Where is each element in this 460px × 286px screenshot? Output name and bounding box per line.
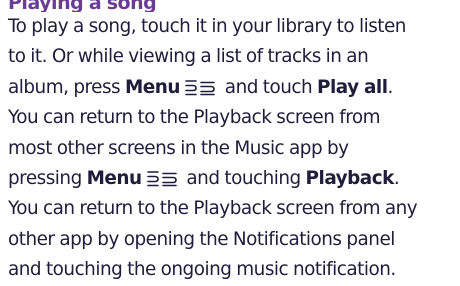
text-line: and touching the ongoing music notificat… — [8, 259, 396, 281]
line-text: and touching — [181, 168, 306, 190]
document-body: Playing a song To play a song, touch it … — [8, 0, 456, 286]
section-heading: Playing a song — [8, 0, 157, 12]
text-line: You can return to the Playback screen fr… — [8, 107, 381, 129]
line-text: pressing — [8, 168, 87, 190]
menu-key-icon — [183, 78, 217, 96]
line-text: album, press — [8, 76, 125, 98]
text-line: most other screens in the Music app by — [8, 137, 349, 159]
text-line: To play a song, touch it in your library… — [8, 16, 406, 37]
line-text: . — [393, 168, 400, 190]
play-all-label: Play all — [316, 76, 388, 98]
text-line: pressing Menu and touching Playback. — [8, 164, 456, 194]
menu-key-icon — [145, 169, 179, 187]
text-line: album, press Menu and touch Play all. — [8, 73, 456, 103]
text-line: to it. Or while viewing a list of tracks… — [8, 46, 369, 68]
line-text: and touch — [219, 76, 317, 98]
line-text: . — [387, 76, 394, 98]
playback-label: Playback — [305, 168, 395, 190]
menu-key-label: Menu — [124, 76, 180, 98]
text-line: other app by opening the Notifications p… — [8, 228, 395, 250]
paragraph: To play a song, touch it in your library… — [8, 12, 456, 286]
text-line: You can return to the Playback screen fr… — [8, 198, 418, 220]
menu-key-label: Menu — [86, 168, 142, 190]
